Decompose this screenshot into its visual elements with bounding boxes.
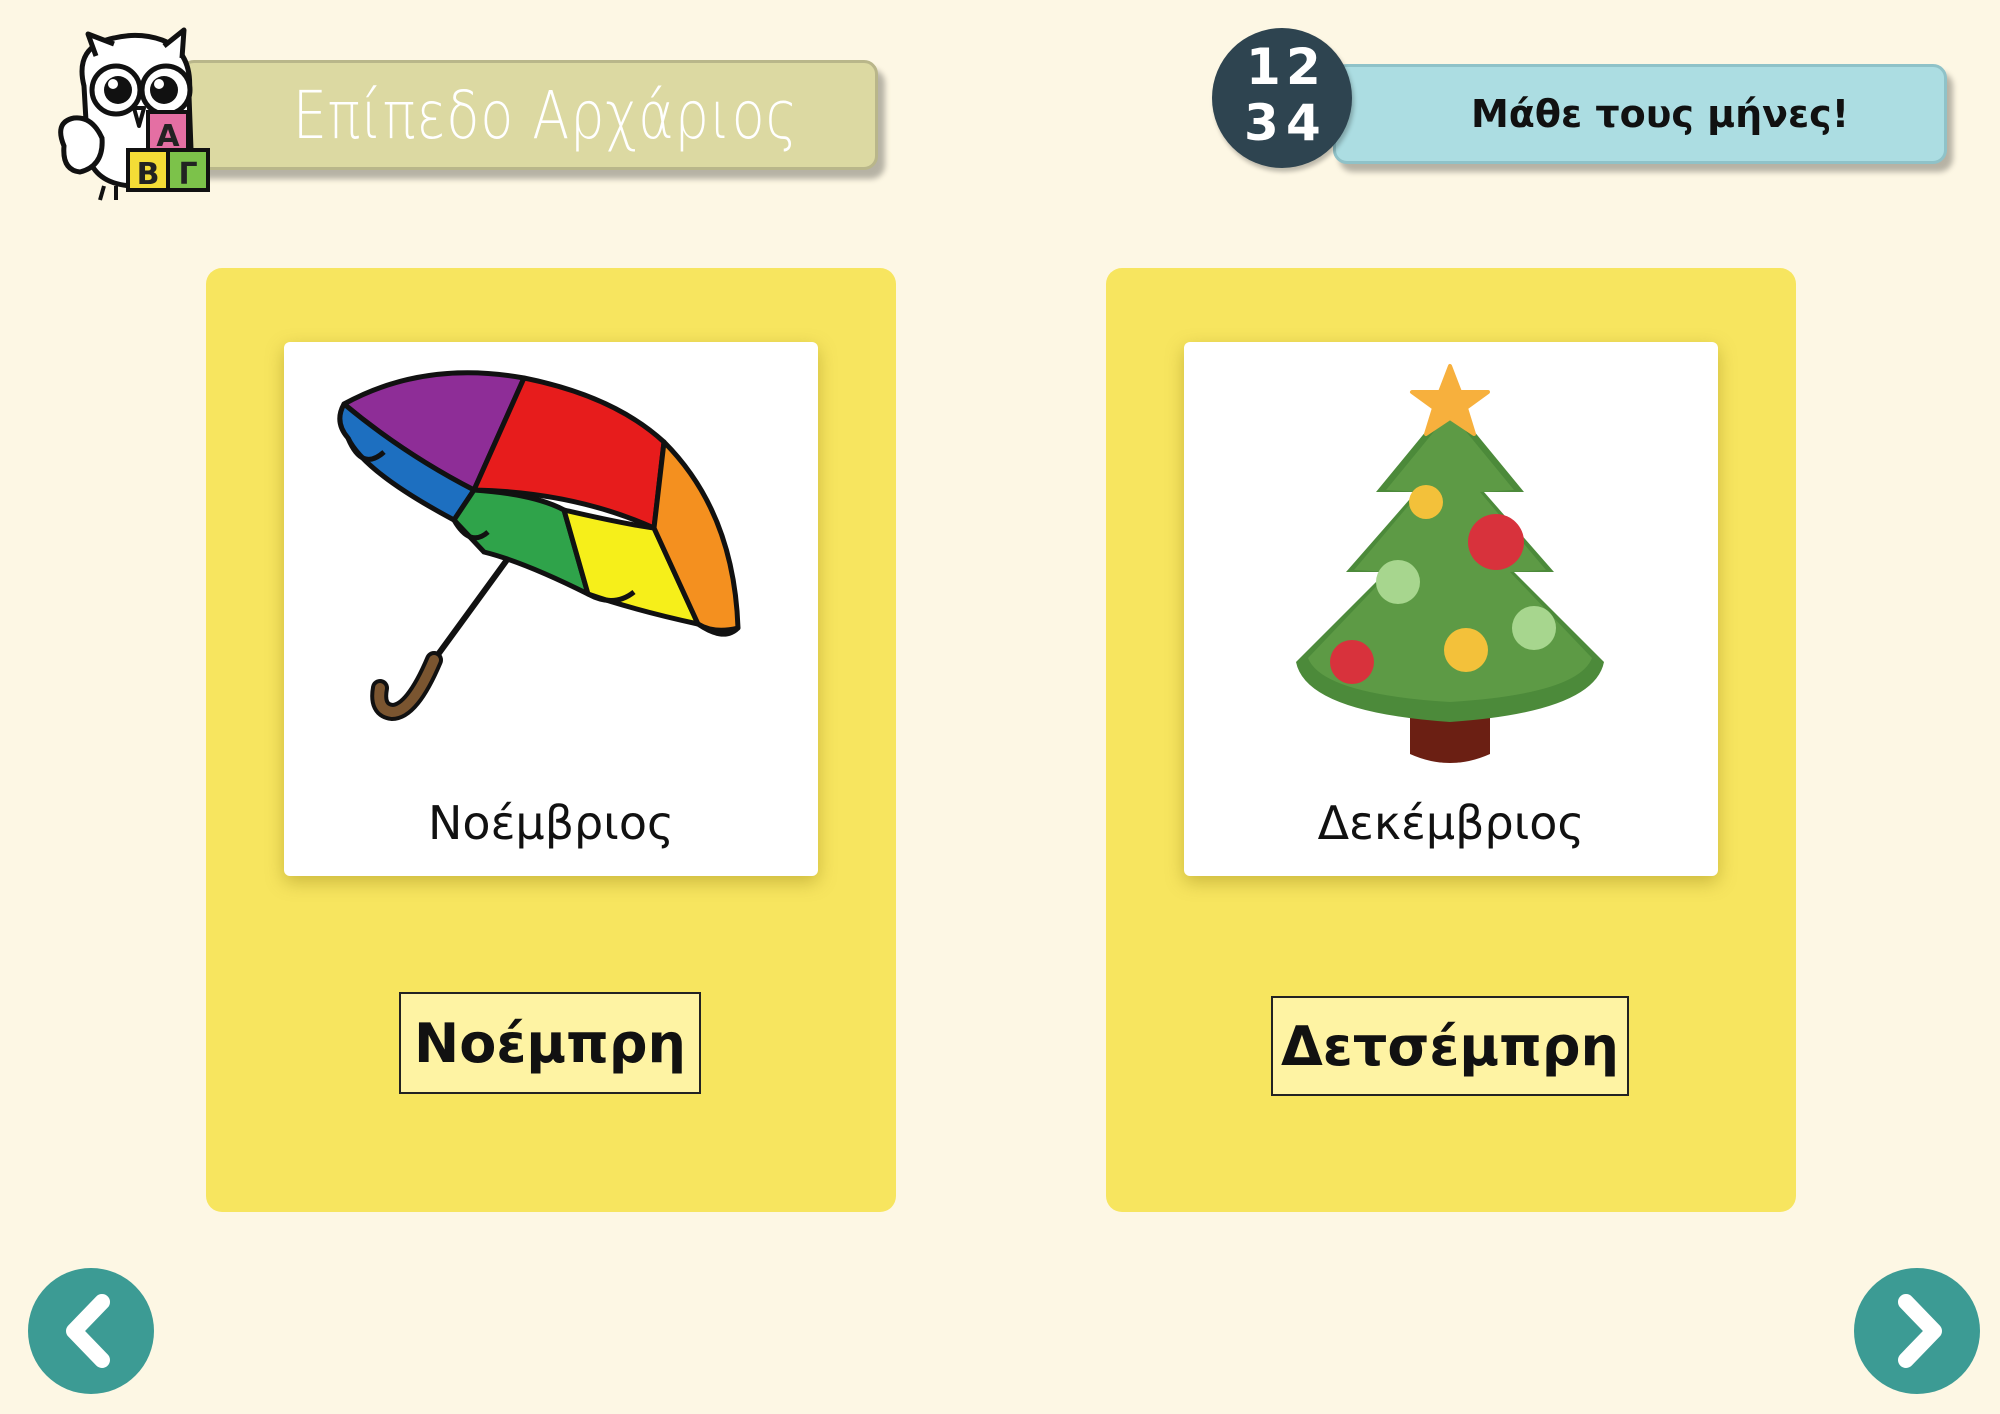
badge-number: 3 bbox=[1244, 94, 1279, 152]
chevron-left-icon bbox=[66, 1294, 110, 1368]
next-button[interactable] bbox=[1854, 1268, 1980, 1394]
picture-card[interactable]: Δεκέμβριος bbox=[1184, 342, 1718, 876]
level-banner: Επίπεδο Αρχάριος bbox=[180, 60, 878, 170]
month-label: Νοέμβριος bbox=[428, 796, 674, 850]
phonetic-word-box[interactable]: Δετσέμπρη bbox=[1271, 996, 1629, 1096]
topic-banner: Μάθε τους μήνες! bbox=[1333, 64, 1947, 164]
picture-card[interactable]: Νοέμβριος bbox=[284, 342, 818, 876]
logo-letter-b: Β bbox=[137, 157, 160, 192]
owl-logo-icon: Α Β Γ bbox=[58, 27, 210, 201]
numbers-badge-icon: 1 2 3 4 bbox=[1212, 28, 1352, 168]
logo-letter-c: Γ bbox=[178, 157, 197, 192]
level-title: Επίπεδο Αρχάριος bbox=[292, 76, 799, 154]
logo-letter-a: Α bbox=[156, 119, 180, 154]
badge-number: 2 bbox=[1286, 38, 1321, 96]
topic-title: Μάθε τους μήνες! bbox=[1470, 92, 1850, 136]
badge-number: 4 bbox=[1286, 94, 1321, 152]
phonetic-word-box[interactable]: Νοέμπρη bbox=[399, 992, 701, 1094]
month-label: Δεκέμβριος bbox=[1317, 796, 1585, 850]
badge-number: 1 bbox=[1246, 38, 1281, 96]
month-card-november: Νοέμβριος Νοέμπρη bbox=[206, 268, 896, 1212]
chevron-right-icon bbox=[1898, 1294, 1942, 1368]
month-card-december: Δεκέμβριος Δετσέμπρη bbox=[1106, 268, 1796, 1212]
previous-button[interactable] bbox=[28, 1268, 154, 1394]
